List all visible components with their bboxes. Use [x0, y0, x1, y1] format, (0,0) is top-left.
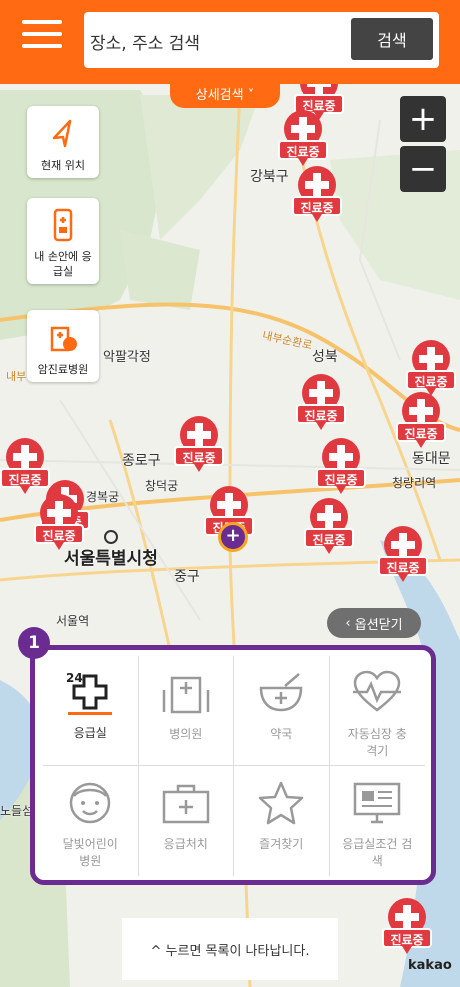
map-label-seongbuk: 성북 [312, 349, 338, 365]
star-icon [259, 781, 304, 825]
category-label: 응급처치 [163, 837, 208, 851]
my-emergency-room-label: 내 손안에 응급실 [34, 250, 92, 278]
category-label: 약국 [270, 727, 293, 741]
close-options-label: 옵션닫기 [354, 617, 403, 633]
hospital-pin[interactable]: 진료중 [378, 526, 428, 590]
search-input[interactable]: 장소, 주소 검색 검색 [84, 12, 439, 68]
emergency-24-icon: 24 [66, 671, 108, 710]
hospital-pin[interactable]: 진료중 [174, 416, 224, 480]
hospital-pin[interactable]: 진료중 [292, 166, 342, 230]
detail-search-tab[interactable]: 상세검색 ˅ [170, 78, 280, 108]
first-aid-kit-icon [162, 784, 209, 824]
category-aed[interactable]: 자동심장 충격기 [329, 656, 425, 766]
category-favorites[interactable]: 즐겨찾기 [234, 766, 330, 876]
close-options-button[interactable]: ‹ 옵션닫기 [327, 608, 421, 638]
category-panel: 24 응급실 병의원 약국 자동심장 충격기 달빛어린이 병원 응급처치 즐겨찾… [30, 645, 436, 885]
map-label-seoul-station: 서울역 [56, 614, 90, 628]
search-button[interactable]: 검색 [351, 18, 433, 60]
hospital-pin[interactable]: 진료중 [296, 374, 346, 438]
cancer-hospital-label: 암진료병원 [37, 363, 89, 376]
category-first-aid[interactable]: 응급처치 [139, 766, 234, 876]
map-label-akpal: 악팔각정 [103, 350, 151, 365]
pharmacy-bowl-icon [259, 673, 303, 712]
category-label: 자동심장 충격기 [347, 727, 407, 758]
map-label-jung: 중구 [174, 569, 200, 585]
chevron-left-icon: ‹ [345, 615, 355, 631]
category-label: 달빛어린이 병원 [62, 837, 118, 868]
list-toggle-hint: ^ 누르면 목록이 나타납니다. [150, 943, 310, 959]
category-emergency-room[interactable]: 24 응급실 [43, 656, 139, 766]
child-face-icon [70, 782, 111, 824]
search-placeholder: 장소, 주소 검색 [90, 34, 201, 54]
current-location-button[interactable]: 현재 위치 [27, 106, 99, 178]
category-label: 응급실 [73, 726, 107, 740]
hospital-pin[interactable]: 진료중 [382, 898, 432, 962]
hospital-pin[interactable]: 진료중 [304, 498, 354, 562]
hospital-pin[interactable]: 진료중 [316, 438, 366, 502]
map-label-cheongnyangri: 청량리역 [392, 476, 437, 490]
menu-icon[interactable] [22, 20, 62, 50]
category-moonlight-children-hospital[interactable]: 달빛어린이 병원 [43, 766, 139, 876]
heart-defibrillator-icon [353, 670, 402, 712]
category-label: 병의원 [169, 727, 203, 741]
hospital-building-icon [162, 676, 209, 714]
category-label: 즐겨찾기 [259, 837, 304, 851]
category-hospital[interactable]: 병의원 [138, 656, 234, 766]
current-location-marker: + [218, 522, 248, 552]
map-label-naebu: 내부 [6, 370, 27, 383]
category-er-condition-search[interactable]: 응급실조건 검색 [330, 766, 426, 876]
kakao-logo: kakao [408, 958, 452, 973]
map-label-gyeongbok: 경복궁 [86, 490, 120, 504]
hospital-pin[interactable]: 진료중 [34, 494, 84, 558]
phone-hospital-icon [53, 208, 73, 242]
map-label-jongno: 종로구 [122, 453, 161, 469]
category-pharmacy[interactable]: 약국 [234, 656, 330, 766]
cancer-hospital-icon [50, 326, 77, 352]
zoom-in-button[interactable]: + [400, 96, 446, 142]
city-hall-marker [104, 530, 118, 544]
callout-badge: 1 [18, 627, 50, 659]
svg-text:24: 24 [66, 671, 83, 685]
cancer-hospital-button[interactable]: 암진료병원 [27, 310, 99, 382]
category-label: 응급실조건 검색 [342, 837, 413, 868]
my-emergency-room-button[interactable]: 내 손안에 응급실 [27, 198, 99, 284]
hospital-pin[interactable]: 진료중 [396, 392, 446, 456]
zoom-out-button[interactable]: − [400, 146, 446, 192]
hospital-pin[interactable]: 진료중 [278, 110, 328, 174]
location-arrow-icon [52, 119, 72, 148]
selected-underline [68, 712, 113, 715]
map-label-nodeul: 노들섬 [0, 804, 34, 818]
current-location-label: 현재 위치 [41, 159, 85, 172]
list-toggle-bar[interactable]: ^ 누르면 목록이 나타납니다. [122, 918, 338, 980]
top-bar: 장소, 주소 검색 검색 [0, 0, 460, 84]
monitor-search-icon [354, 782, 401, 824]
